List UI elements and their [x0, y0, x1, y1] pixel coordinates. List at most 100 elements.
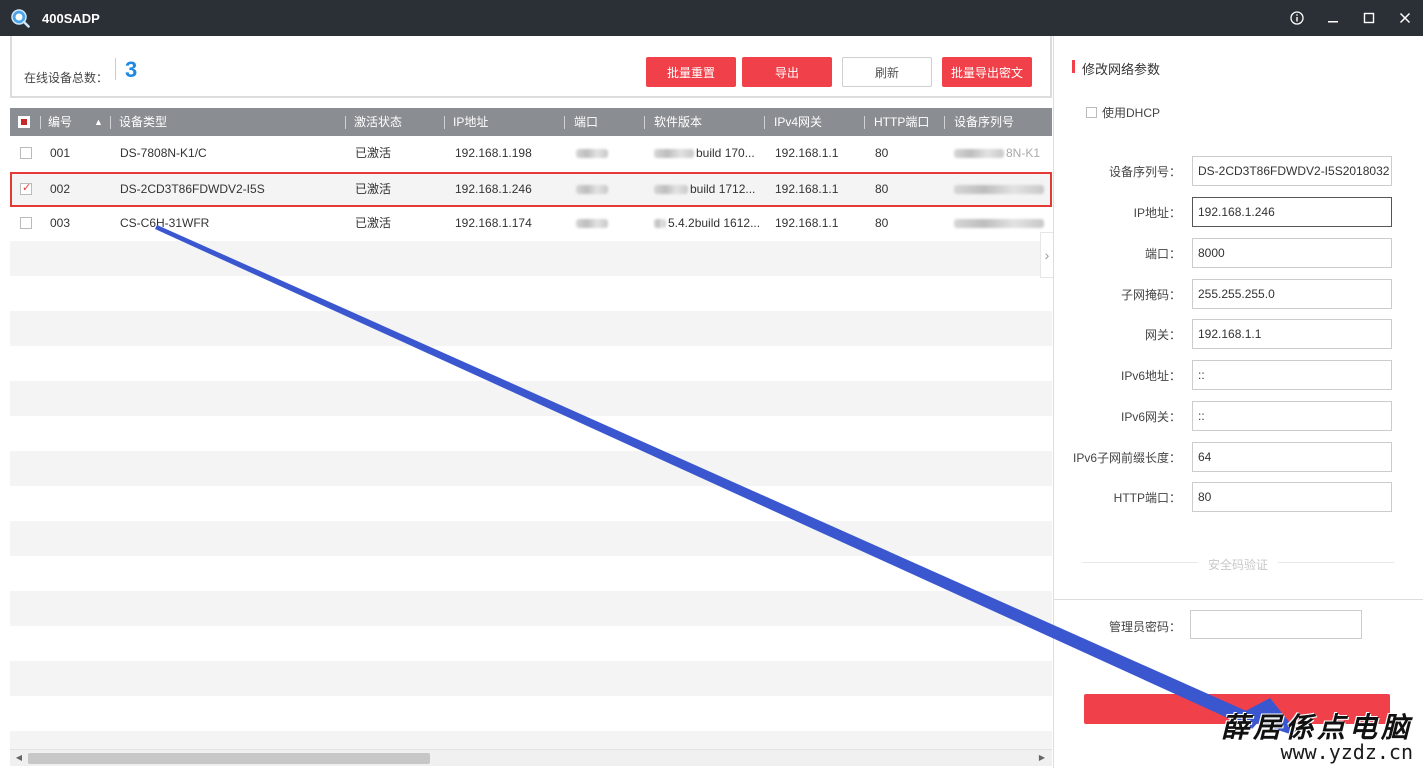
refresh-button[interactable]: 刷新 [842, 57, 932, 87]
empty-row [10, 521, 1052, 556]
http-port-label: HTTP端口： [1113, 491, 1181, 505]
port-field[interactable]: 8000 [1192, 238, 1392, 268]
row-checkbox[interactable] [20, 217, 32, 229]
minimize-icon[interactable] [1315, 0, 1351, 36]
dhcp-label: 使用DHCP [1102, 106, 1161, 120]
empty-row [10, 661, 1052, 696]
cell-gateway: 192.168.1.1 [775, 146, 839, 160]
info-icon[interactable] [1279, 0, 1315, 36]
column-separator [444, 116, 445, 129]
maximize-icon[interactable] [1351, 0, 1387, 36]
cell-gateway: 192.168.1.1 [775, 182, 839, 196]
modify-network-panel: 修改网络参数 使用DHCP 设备序列号： DS-2CD3T86FDWDV2-I5… [1053, 36, 1423, 768]
device-list-panel: 在线设备总数： 3 批量重置 导出 刷新 批量导出密文 编号 ▲ 设备类型 激活… [10, 36, 1053, 768]
empty-row [10, 381, 1052, 416]
cell-version: build 1712... [690, 182, 756, 196]
cell-device-type: DS-2CD3T86FDWDV2-I5S [120, 182, 265, 196]
modify-button[interactable] [1084, 694, 1390, 724]
row-checkbox-checked[interactable] [20, 181, 32, 195]
blurred-version-prefix [654, 219, 666, 228]
app-title: 400SADP [42, 10, 100, 26]
scroll-left-icon[interactable]: ◀ [13, 752, 25, 764]
column-separator [764, 116, 765, 129]
cell-status: 已激活 [355, 182, 392, 196]
subnet-mask-field[interactable]: 255.255.255.0 [1192, 279, 1392, 309]
summary-bar: 在线设备总数： 3 批量重置 导出 刷新 批量导出密文 [10, 36, 1052, 98]
empty-row [10, 346, 1052, 381]
sort-asc-icon[interactable]: ▲ [94, 108, 103, 136]
ipv6-gateway-field[interactable]: :: [1192, 401, 1392, 431]
select-all-checkbox[interactable] [18, 116, 30, 128]
cell-version: build 170... [696, 146, 755, 160]
online-total-label: 在线设备总数： [24, 71, 109, 85]
blurred-serial [954, 149, 1004, 158]
header-serial[interactable]: 设备序列号 [954, 108, 1014, 136]
subnet-mask-label: 子网掩码： [1120, 288, 1181, 302]
empty-row [10, 416, 1052, 451]
batch-reset-button[interactable]: 批量重置 [646, 57, 736, 87]
cell-device-type: CS-C6H-31WFR [120, 216, 210, 230]
blurred-port [576, 149, 608, 158]
ip-field[interactable]: 192.168.1.246 [1192, 197, 1392, 227]
cell-serial: 8N-K1 [1006, 146, 1041, 160]
export-button[interactable]: 导出 [742, 57, 832, 87]
collapse-panel-tab[interactable]: › [1040, 232, 1054, 278]
scrollbar-thumb[interactable] [28, 753, 430, 764]
panel-title: 修改网络参数 [1082, 62, 1161, 77]
column-separator [644, 116, 645, 129]
cell-device-type: DS-7808N-K1/C [120, 146, 207, 160]
batch-export-cipher-button[interactable]: 批量导出密文 [942, 57, 1032, 87]
cell-version: 5.4.2build 1612... [668, 216, 761, 230]
summary-divider [115, 58, 116, 80]
blurred-version-prefix [654, 149, 694, 158]
header-no[interactable]: 编号 [48, 108, 72, 136]
title-bar: 400SADP [0, 0, 1423, 36]
chevron-right-icon: › [1044, 247, 1050, 263]
app-logo-icon [10, 8, 30, 28]
header-port[interactable]: 端口 [574, 108, 598, 136]
empty-row [10, 556, 1052, 591]
header-activation-status[interactable]: 激活状态 [354, 108, 402, 136]
header-ipv4-gateway[interactable]: IPv4网关 [774, 108, 822, 136]
serial-field[interactable]: DS-2CD3T86FDWDV2-I5S2018032 [1192, 156, 1392, 186]
empty-row [10, 276, 1052, 311]
gateway-label: 网关： [1144, 328, 1181, 342]
admin-password-label: 管理员密码： [1108, 620, 1181, 634]
admin-password-input[interactable] [1190, 610, 1362, 639]
ip-label: IP地址： [1133, 206, 1181, 220]
header-device-type[interactable]: 设备类型 [119, 108, 167, 136]
cell-ip: 192.168.1.198 [455, 146, 532, 160]
cell-no: 001 [50, 146, 71, 160]
header-ip[interactable]: IP地址 [453, 108, 488, 136]
cell-status: 已激活 [355, 216, 392, 230]
ipv6-prefix-field[interactable]: 64 [1192, 442, 1392, 472]
dhcp-checkbox[interactable] [1086, 107, 1097, 118]
gateway-field[interactable]: 192.168.1.1 [1192, 319, 1392, 349]
header-http-port[interactable]: HTTP端口 [874, 108, 929, 136]
empty-row [10, 241, 1052, 276]
blurred-port [576, 219, 608, 228]
scroll-right-icon[interactable]: ▶ [1036, 752, 1048, 764]
empty-row [10, 591, 1052, 626]
section-accent-bar [1072, 60, 1075, 73]
port-label: 端口： [1144, 247, 1181, 261]
empty-row [10, 451, 1052, 486]
row-checkbox[interactable] [20, 147, 32, 159]
ipv6-address-field[interactable]: :: [1192, 360, 1392, 390]
cell-http-port: 80 [875, 182, 889, 196]
header-software-version[interactable]: 软件版本 [654, 108, 702, 136]
cell-status: 已激活 [355, 146, 392, 160]
blurred-version-prefix [654, 185, 688, 194]
table-row[interactable]: 003 CS-C6H-31WFR 已激活 192.168.1.174 5.4.2… [10, 206, 1052, 241]
ipv6-address-label: IPv6地址： [1120, 369, 1181, 383]
close-icon[interactable] [1387, 0, 1423, 36]
http-port-field[interactable]: 80 [1192, 482, 1392, 512]
horizontal-scrollbar[interactable]: ◀ ▶ [10, 749, 1052, 766]
column-separator [110, 116, 111, 129]
column-separator [345, 116, 346, 129]
empty-row [10, 731, 1052, 749]
table-row[interactable]: 001 DS-7808N-K1/C 已激活 192.168.1.198 buil… [10, 136, 1052, 171]
column-separator [864, 116, 865, 129]
table-row-selected[interactable]: 002 DS-2CD3T86FDWDV2-I5S 已激活 192.168.1.2… [10, 172, 1052, 207]
cell-no: 003 [50, 216, 71, 230]
